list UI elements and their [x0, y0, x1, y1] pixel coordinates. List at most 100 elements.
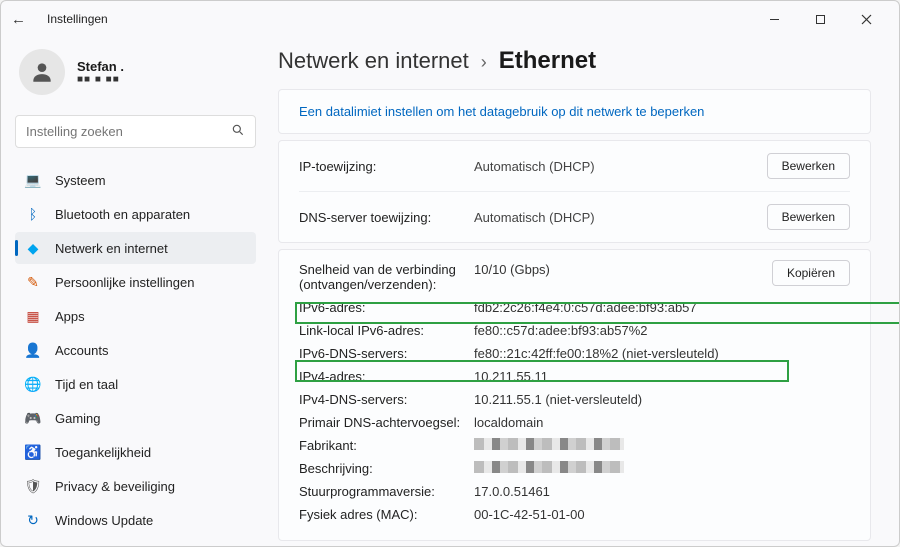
close-button[interactable]	[843, 5, 889, 33]
sidebar-icon: ▦	[25, 308, 41, 324]
connection-details: Kopiëren Snelheid van de verbinding (ont…	[278, 249, 871, 541]
datalimit-card: Een datalimiet instellen om het datagebr…	[278, 89, 871, 134]
speed-row: Snelheid van de verbinding (ontvangen/ve…	[299, 258, 850, 296]
detail-row: Primair DNS-achtervoegsel:localdomain	[299, 411, 850, 434]
detail-value: 17.0.0.51461	[474, 484, 550, 499]
detail-row: Beschrijving:	[299, 457, 850, 480]
sidebar-item-tijd-en-taal[interactable]: 🌐 Tijd en taal	[15, 368, 256, 400]
main-panel: Netwerk en internet › Ethernet Een datal…	[266, 37, 899, 546]
detail-row: IPv4-adres:10.211.55.11	[299, 365, 850, 388]
sidebar-icon: ◆	[25, 240, 41, 256]
sidebar-icon: 🛡	[25, 478, 41, 494]
speed-value: 10/10 (Gbps)	[474, 262, 550, 277]
avatar	[19, 49, 65, 95]
nav-list: 💻 Systeem ᛒ Bluetooth en apparaten ◆ Netwerk …	[15, 164, 256, 536]
sidebar-item-accounts[interactable]: 👤 Accounts	[15, 334, 256, 366]
sidebar-item-label: Privacy & beveiliging	[55, 479, 175, 494]
detail-value: fdb2:2c26:f4e4:0:c57d:adee:bf93:ab57	[474, 300, 697, 315]
sidebar-item-gaming[interactable]: 🎮 Gaming	[15, 402, 256, 434]
copy-button[interactable]: Kopiëren	[772, 260, 850, 286]
sidebar-item-label: Accounts	[55, 343, 108, 358]
detail-value: localdomain	[474, 415, 543, 430]
detail-label: IPv4-adres:	[299, 369, 474, 384]
sidebar-item-privacy-beveiliging[interactable]: 🛡 Privacy & beveiliging	[15, 470, 256, 502]
sidebar-icon: 🎮	[25, 410, 41, 426]
detail-label: Fysiek adres (MAC):	[299, 507, 474, 522]
minimize-button[interactable]	[751, 5, 797, 33]
back-button[interactable]: ←	[11, 11, 31, 28]
sidebar-icon: 👤	[25, 342, 41, 358]
datalimit-link[interactable]: Een datalimiet instellen om het datagebr…	[299, 104, 704, 119]
detail-value: fe80::21c:42ff:fe00:18%2 (niet-versleute…	[474, 346, 719, 361]
sidebar-item-label: Systeem	[55, 173, 106, 188]
detail-value: fe80::c57d:adee:bf93:ab57%2	[474, 323, 647, 338]
sidebar-item-persoonlijke-instellingen[interactable]: ✎ Persoonlijke instellingen	[15, 266, 256, 298]
detail-value: 10.211.55.11	[474, 369, 548, 384]
detail-label: IPv4-DNS-servers:	[299, 392, 474, 407]
detail-value	[474, 461, 624, 476]
dns-assign-edit-button[interactable]: Bewerken	[767, 204, 850, 230]
sidebar-item-apps[interactable]: ▦ Apps	[15, 300, 256, 332]
sidebar-item-netwerk-en-internet[interactable]: ◆ Netwerk en internet	[15, 232, 256, 264]
detail-label: Primair DNS-achtervoegsel:	[299, 415, 474, 430]
breadcrumb: Netwerk en internet › Ethernet	[278, 47, 871, 75]
window-title: Instellingen	[47, 12, 108, 26]
sidebar-item-toegankelijkheid[interactable]: ♿ Toegankelijkheid	[15, 436, 256, 468]
dns-assign-label: DNS-server toewijzing:	[299, 210, 474, 225]
sidebar-icon: 💻	[25, 172, 41, 188]
sidebar-item-bluetooth-en-apparaten[interactable]: ᛒ Bluetooth en apparaten	[15, 198, 256, 230]
sidebar-item-label: Gaming	[55, 411, 101, 426]
assignment-card: IP-toewijzing: Automatisch (DHCP) Bewerk…	[278, 140, 871, 243]
maximize-button[interactable]	[797, 5, 843, 33]
user-profile[interactable]: Stefan . ■■ ■ ■■	[15, 41, 256, 109]
detail-row: IPv4-DNS-servers:10.211.55.1 (niet-versl…	[299, 388, 850, 411]
sidebar-item-label: Persoonlijke instellingen	[55, 275, 194, 290]
sidebar-icon: 🌐	[25, 376, 41, 392]
ip-assignment-row: IP-toewijzing: Automatisch (DHCP) Bewerk…	[299, 141, 850, 192]
sidebar-icon: ✎	[25, 274, 41, 290]
detail-label: Link-local IPv6-adres:	[299, 323, 474, 338]
titlebar: ← Instellingen	[1, 1, 899, 37]
obscured-value	[474, 438, 624, 450]
detail-row: Link-local IPv6-adres:fe80::c57d:adee:bf…	[299, 319, 850, 342]
chevron-right-icon: ›	[481, 52, 487, 73]
sidebar-item-label: Bluetooth en apparaten	[55, 207, 190, 222]
obscured-value	[474, 461, 624, 473]
sidebar-icon: ᛒ	[25, 206, 41, 222]
detail-row: IPv6-adres:fdb2:2c26:f4e4:0:c57d:adee:bf…	[299, 296, 850, 319]
search-input[interactable]	[26, 124, 231, 139]
breadcrumb-parent[interactable]: Netwerk en internet	[278, 48, 469, 74]
detail-value: 00-1C-42-51-01-00	[474, 507, 585, 522]
ip-assign-label: IP-toewijzing:	[299, 159, 474, 174]
sidebar-item-label: Netwerk en internet	[55, 241, 168, 256]
detail-row: IPv6-DNS-servers:fe80::21c:42ff:fe00:18%…	[299, 342, 850, 365]
user-sub: ■■ ■ ■■	[77, 74, 124, 85]
sidebar-item-label: Toegankelijkheid	[55, 445, 151, 460]
sidebar-item-label: Apps	[55, 309, 85, 324]
sidebar-icon: ↻	[25, 512, 41, 528]
sidebar-item-windows-update[interactable]: ↻ Windows Update	[15, 504, 256, 536]
ip-assign-value: Automatisch (DHCP)	[474, 159, 767, 174]
speed-label: Snelheid van de verbinding (ontvangen/ve…	[299, 262, 474, 292]
user-name: Stefan .	[77, 59, 124, 74]
detail-row: Stuurprogrammaversie:17.0.0.51461	[299, 480, 850, 503]
ip-assign-edit-button[interactable]: Bewerken	[767, 153, 850, 179]
detail-label: IPv6-adres:	[299, 300, 474, 315]
detail-value	[474, 438, 624, 453]
sidebar: Stefan . ■■ ■ ■■ 💻 Systeem ᛒ Bluetooth en a…	[1, 37, 266, 546]
sidebar-item-label: Windows Update	[55, 513, 153, 528]
detail-value: 10.211.55.1 (niet-versleuteld)	[474, 392, 642, 407]
sidebar-item-systeem[interactable]: 💻 Systeem	[15, 164, 256, 196]
search-box[interactable]	[15, 115, 256, 148]
dns-assign-value: Automatisch (DHCP)	[474, 210, 767, 225]
search-icon	[231, 123, 245, 140]
breadcrumb-current: Ethernet	[499, 47, 596, 75]
detail-row: Fabrikant:	[299, 434, 850, 457]
detail-row: Fysiek adres (MAC):00-1C-42-51-01-00	[299, 503, 850, 526]
dns-assignment-row: DNS-server toewijzing: Automatisch (DHCP…	[299, 192, 850, 242]
detail-label: Fabrikant:	[299, 438, 474, 453]
detail-label: Beschrijving:	[299, 461, 474, 476]
sidebar-icon: ♿	[25, 444, 41, 460]
detail-label: Stuurprogrammaversie:	[299, 484, 474, 499]
sidebar-item-label: Tijd en taal	[55, 377, 118, 392]
